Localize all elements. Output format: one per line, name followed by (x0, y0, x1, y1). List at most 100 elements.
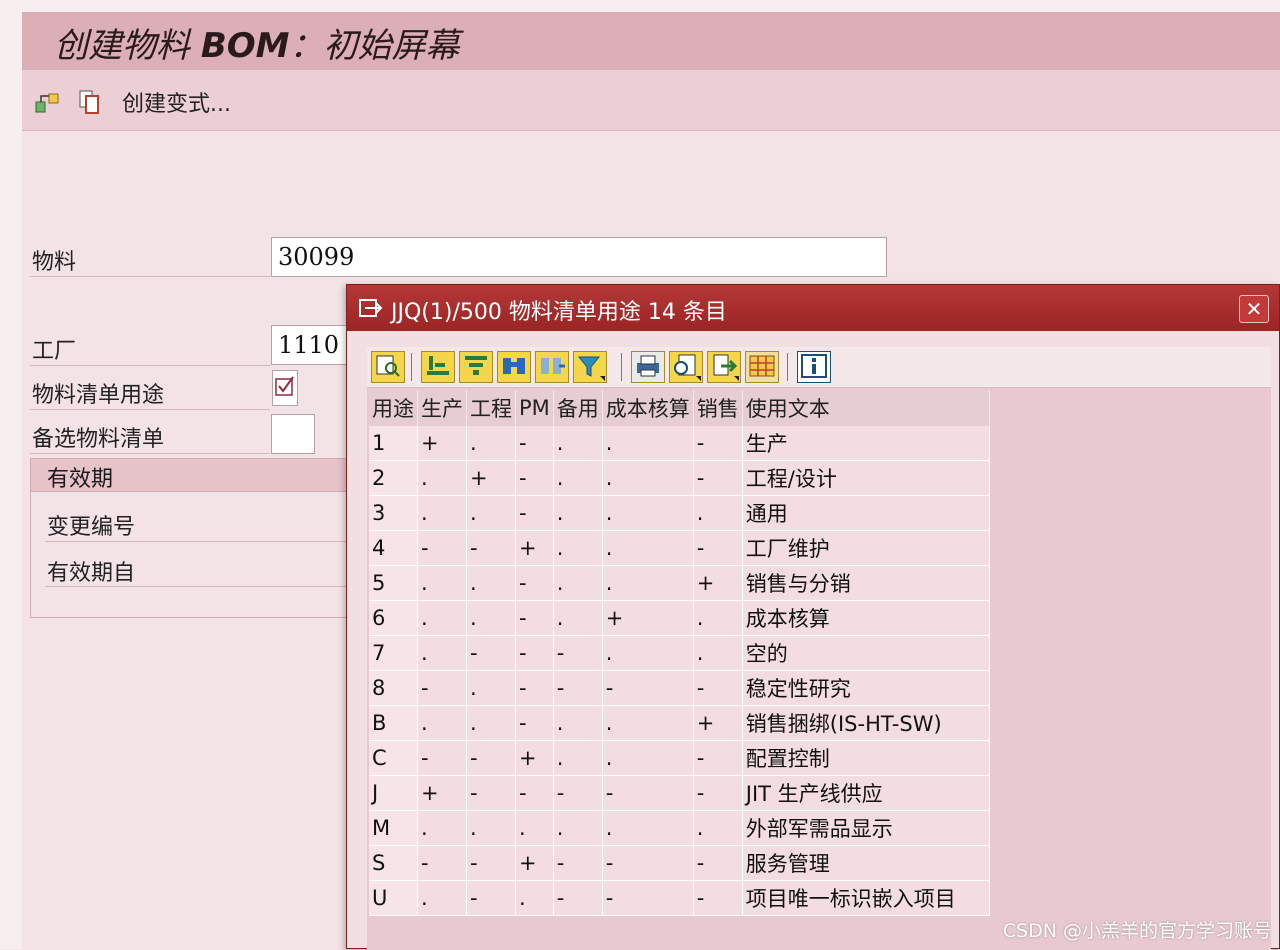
flag-cell[interactable]: . (466, 600, 516, 636)
usage-text-cell[interactable]: 工程/设计 (742, 460, 990, 496)
flag-cell[interactable]: . (466, 495, 516, 531)
flag-cell[interactable]: . (602, 635, 694, 671)
flag-cell[interactable]: - (466, 845, 516, 881)
flag-cell[interactable]: . (515, 880, 554, 916)
flag-cell[interactable]: . (417, 705, 467, 741)
flag-cell[interactable]: - (693, 460, 743, 496)
table-row[interactable]: 4- - +.. - 工厂维护 (369, 530, 990, 566)
usage-key-cell[interactable]: S (369, 845, 418, 881)
flag-cell[interactable]: - (602, 880, 694, 916)
flag-cell[interactable]: . (417, 460, 467, 496)
usage-key-cell[interactable]: C (369, 740, 418, 776)
table-row[interactable]: M...... 外部军需品显示 (369, 810, 990, 846)
flag-cell[interactable]: - (515, 426, 554, 461)
flag-cell[interactable]: - (693, 880, 743, 916)
table-row[interactable]: 6.. -. +. 成本核算 (369, 600, 990, 636)
table-row[interactable]: J + - - - - - JIT 生产线供应 (369, 775, 990, 811)
flag-cell[interactable]: - (515, 635, 554, 671)
flag-cell[interactable]: - (602, 845, 694, 881)
flag-cell[interactable]: - (515, 495, 554, 531)
col-header[interactable]: 成本核算 (602, 390, 694, 426)
flag-cell[interactable]: . (466, 810, 516, 846)
create-variant-button[interactable]: 创建变式... (122, 86, 231, 118)
bom-usage-checkbox[interactable] (272, 370, 298, 406)
flag-cell[interactable]: . (553, 426, 603, 461)
usage-key-cell[interactable]: B (369, 705, 418, 741)
flag-cell[interactable]: + (515, 845, 554, 881)
col-header[interactable]: 备用 (553, 390, 603, 426)
flag-cell[interactable]: . (417, 880, 467, 916)
col-header[interactable]: 使用文本 (742, 390, 990, 426)
usage-key-cell[interactable]: 4 (369, 530, 418, 566)
flag-cell[interactable]: + (417, 775, 467, 811)
usage-key-cell[interactable]: 6 (369, 600, 418, 636)
usage-text-cell[interactable]: JIT 生产线供应 (742, 775, 990, 811)
flag-cell[interactable]: - (693, 530, 743, 566)
copy-icon[interactable] (76, 88, 104, 116)
table-row[interactable]: 1 +. -.. - 生产 (369, 426, 990, 461)
col-header[interactable]: PM (515, 390, 554, 426)
filter-icon[interactable] (573, 351, 607, 383)
flag-cell[interactable]: - (553, 880, 603, 916)
flag-cell[interactable]: - (515, 775, 554, 811)
flag-cell[interactable]: - (466, 635, 516, 671)
flag-cell[interactable]: . (553, 810, 603, 846)
flag-cell[interactable]: . (553, 565, 603, 601)
flag-cell[interactable]: . (417, 495, 467, 531)
usage-text-cell[interactable]: 项目唯一标识嵌入项目 (742, 880, 990, 916)
views-icon[interactable] (669, 351, 703, 383)
flag-cell[interactable]: - (693, 426, 743, 461)
alt-bom-field[interactable] (271, 414, 315, 454)
print-icon[interactable] (631, 351, 665, 383)
flag-cell[interactable]: - (693, 670, 743, 706)
flag-cell[interactable]: - (515, 600, 554, 636)
flag-cell[interactable]: - (553, 845, 603, 881)
export-icon[interactable] (707, 351, 741, 383)
flag-cell[interactable]: + (602, 600, 694, 636)
flag-cell[interactable]: - (466, 880, 516, 916)
flag-cell[interactable]: - (693, 845, 743, 881)
flag-cell[interactable]: . (515, 810, 554, 846)
usage-text-cell[interactable]: 成本核算 (742, 600, 990, 636)
info-icon[interactable] (797, 351, 831, 383)
flag-cell[interactable]: - (417, 845, 467, 881)
usage-text-cell[interactable]: 稳定性研究 (742, 670, 990, 706)
col-header[interactable]: 生产 (417, 390, 467, 426)
flag-cell[interactable]: - (553, 635, 603, 671)
flag-cell[interactable]: . (466, 670, 516, 706)
flag-cell[interactable]: - (602, 775, 694, 811)
usage-text-cell[interactable]: 通用 (742, 495, 990, 531)
usage-text-cell[interactable]: 工厂维护 (742, 530, 990, 566)
select-detail-icon[interactable] (371, 351, 405, 383)
flag-cell[interactable]: . (553, 460, 603, 496)
flag-cell[interactable]: - (515, 670, 554, 706)
table-row[interactable]: 7. - - -.. 空的 (369, 635, 990, 671)
flag-cell[interactable]: . (602, 705, 694, 741)
sort-descending-icon[interactable] (459, 351, 493, 383)
usage-text-cell[interactable]: 空的 (742, 635, 990, 671)
flag-cell[interactable]: . (602, 565, 694, 601)
flag-cell[interactable]: . (602, 530, 694, 566)
find-icon[interactable] (497, 351, 531, 383)
table-row[interactable]: 5.. -.. + 销售与分销 (369, 565, 990, 601)
table-row[interactable]: U. -. - - - 项目唯一标识嵌入项目 (369, 880, 990, 916)
flag-cell[interactable]: . (602, 426, 694, 461)
flag-cell[interactable]: + (466, 460, 516, 496)
table-row[interactable]: S - - + - - - 服务管理 (369, 845, 990, 881)
sort-ascending-icon[interactable] (421, 351, 455, 383)
flag-cell[interactable]: . (602, 495, 694, 531)
flag-cell[interactable]: . (553, 740, 603, 776)
flag-cell[interactable]: - (466, 740, 516, 776)
flag-cell[interactable]: + (515, 740, 554, 776)
flag-cell[interactable]: . (693, 635, 743, 671)
flag-cell[interactable]: - (417, 530, 467, 566)
material-field[interactable]: 30099 (271, 237, 887, 277)
usage-key-cell[interactable]: 5 (369, 565, 418, 601)
table-row[interactable]: C - - +.. - 配置控制 (369, 740, 990, 776)
flag-cell[interactable]: - (553, 775, 603, 811)
flag-cell[interactable]: . (466, 705, 516, 741)
flag-cell[interactable]: - (553, 670, 603, 706)
flag-cell[interactable]: . (553, 495, 603, 531)
flag-cell[interactable]: + (693, 565, 743, 601)
usage-key-cell[interactable]: J (369, 775, 418, 811)
